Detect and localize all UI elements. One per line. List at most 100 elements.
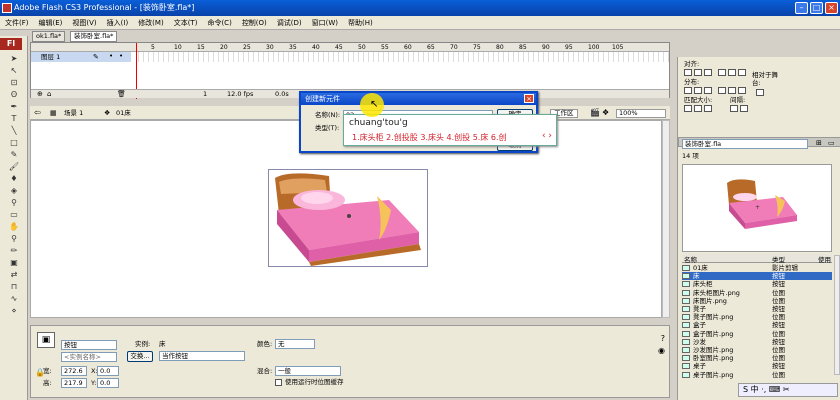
frame-track[interactable]	[134, 52, 669, 62]
snap-icon[interactable]: ⊓	[8, 281, 20, 292]
library-item[interactable]: 桌子图片.png 位图	[682, 371, 832, 379]
space-vertical-icon[interactable]	[730, 105, 738, 112]
align-left-icon[interactable]	[684, 69, 692, 76]
pin-icon[interactable]: ⊞	[816, 139, 822, 147]
fill-color-icon[interactable]: ▣	[8, 257, 20, 268]
paint-bucket-tool-icon[interactable]: ◈	[8, 185, 20, 196]
blend-select[interactable]: 一般	[275, 366, 341, 376]
dialog-close-button[interactable]: ×	[524, 94, 534, 103]
lasso-tool-icon[interactable]: ʘ	[8, 89, 20, 100]
library-item[interactable]: 01床 影片剪辑	[682, 264, 832, 272]
swap-colors-icon[interactable]: ⇄	[8, 269, 20, 280]
library-item[interactable]: 沙发图片.png 位图	[682, 346, 832, 354]
menu-modify[interactable]: 修改(M)	[133, 16, 169, 30]
symbol-behavior-select[interactable]: 按钮	[61, 340, 117, 350]
subselection-tool-icon[interactable]: ↖	[8, 65, 20, 76]
library-item[interactable]: 桌子 按钮	[682, 362, 832, 370]
menu-insert[interactable]: 插入(I)	[102, 16, 134, 30]
distribute-center-icon[interactable]	[694, 87, 702, 94]
library-item[interactable]: 床头柜 按钮	[682, 280, 832, 288]
help-icon[interactable]: ?	[661, 334, 665, 343]
color-select[interactable]: 无	[275, 339, 315, 349]
stroke-color-icon[interactable]: ✏	[8, 245, 20, 256]
stage-vertical-scrollbar[interactable]	[662, 120, 670, 318]
bed-instance[interactable]	[268, 169, 428, 267]
add-layer-icon[interactable]: ⊕	[37, 90, 43, 99]
library-item[interactable]: 盒子图片.png 位图	[682, 330, 832, 338]
menu-debug[interactable]: 调试(D)	[272, 16, 307, 30]
library-item[interactable]: 凳子图片.png 位图	[682, 313, 832, 321]
pencil-tool-icon[interactable]: ✎	[8, 149, 20, 160]
edit-symbol-icon[interactable]: ❖	[602, 106, 609, 120]
eyedropper-tool-icon[interactable]: ⚲	[8, 197, 20, 208]
symbol-label[interactable]: 01床	[116, 106, 131, 120]
back-arrow-icon[interactable]: ⇦	[34, 106, 41, 120]
distribute-top-icon[interactable]	[684, 87, 692, 94]
menu-text[interactable]: 文本(T)	[169, 16, 203, 30]
to-stage-icon[interactable]	[756, 89, 764, 96]
library-item[interactable]: 沙发 按钮	[682, 338, 832, 346]
distribute-bottom-icon[interactable]	[704, 87, 712, 94]
col-use[interactable]: 使用	[818, 254, 831, 264]
menu-help[interactable]: 帮助(H)	[343, 16, 378, 30]
library-item[interactable]: 床头柜图片.png 位图	[682, 289, 832, 297]
align-center-icon[interactable]	[694, 69, 702, 76]
line-tool-icon[interactable]: ╲	[8, 125, 20, 136]
align-middle-icon[interactable]	[728, 69, 736, 76]
smooth-icon[interactable]: ∿	[8, 293, 20, 304]
align-bottom-icon[interactable]	[738, 69, 746, 76]
width-input[interactable]: 272.6	[61, 366, 87, 376]
delete-layer-icon[interactable]: 🗑	[117, 90, 126, 99]
menu-edit[interactable]: 编辑(E)	[34, 16, 68, 30]
match-both-icon[interactable]	[704, 105, 712, 112]
ime-candidates[interactable]: 1.床头柜 2.创投股 3.床头 4.创投 5.床 6.创	[352, 132, 507, 143]
cache-checkbox[interactable]	[275, 379, 282, 386]
ime-indicator[interactable]: S 中 ·, ⌨ ✂	[743, 385, 790, 394]
lock-dot-icon[interactable]: •	[119, 52, 123, 60]
selection-tool-icon[interactable]: ➤	[8, 53, 20, 64]
col-type[interactable]: 类型	[772, 254, 785, 264]
menu-control[interactable]: 控制(O)	[237, 16, 272, 30]
height-input[interactable]: 217.9	[61, 378, 87, 388]
edit-scene-icon[interactable]: 🎬	[590, 106, 600, 120]
match-height-icon[interactable]	[694, 105, 702, 112]
y-input[interactable]: 0.0	[97, 378, 119, 388]
tab-ok1[interactable]: ok1.fla*	[32, 31, 66, 42]
hand-tool-icon[interactable]: ✋	[8, 221, 20, 232]
track-select[interactable]: 当作按钮	[159, 351, 245, 361]
minimize-button[interactable]: –	[795, 2, 808, 14]
distribute-left-icon[interactable]	[718, 87, 726, 94]
instance-name-input[interactable]: <实例名称>	[61, 352, 117, 362]
text-tool-icon[interactable]: T	[8, 113, 20, 124]
ink-bottle-tool-icon[interactable]: ♦	[8, 173, 20, 184]
new-library-icon[interactable]: ▭	[828, 139, 835, 147]
straighten-icon[interactable]: ⋄	[8, 305, 20, 316]
close-button[interactable]: ×	[825, 2, 838, 14]
distribute-hcenter-icon[interactable]	[728, 87, 736, 94]
scene-label[interactable]: 场景 1	[64, 106, 83, 120]
tab-bedroom[interactable]: 装饰卧室.fla*	[70, 31, 118, 42]
menu-file[interactable]: 文件(F)	[0, 16, 34, 30]
col-name[interactable]: 名称	[684, 254, 697, 264]
align-top-icon[interactable]	[718, 69, 726, 76]
maximize-button[interactable]: □	[810, 2, 823, 14]
add-folder-icon[interactable]: ⌂	[47, 90, 51, 99]
library-item[interactable]: 床图片.png 位图	[682, 297, 832, 305]
library-item[interactable]: 凳子 按钮	[682, 305, 832, 313]
page-arrows-icon[interactable]: ‹ ›	[542, 131, 552, 141]
library-document-select[interactable]: 装饰卧室.fla	[682, 139, 808, 149]
menu-view[interactable]: 视图(V)	[67, 16, 101, 30]
brush-tool-icon[interactable]: 🖌	[8, 161, 20, 172]
x-input[interactable]: 0.0	[97, 366, 119, 376]
library-item[interactable]: 卧室图片.png 位图	[682, 354, 832, 362]
menu-window[interactable]: 窗口(W)	[307, 16, 343, 30]
eraser-tool-icon[interactable]: ▭	[8, 209, 20, 220]
library-item[interactable]: 盒子 按钮	[682, 321, 832, 329]
distribute-right-icon[interactable]	[738, 87, 746, 94]
space-horizontal-icon[interactable]	[740, 105, 748, 112]
help-icon[interactable]: ◉	[658, 346, 665, 355]
free-transform-tool-icon[interactable]: ⊡	[8, 77, 20, 88]
library-scrollbar[interactable]	[834, 255, 840, 375]
pen-tool-icon[interactable]: ✒	[8, 101, 20, 112]
menu-commands[interactable]: 命令(C)	[202, 16, 236, 30]
